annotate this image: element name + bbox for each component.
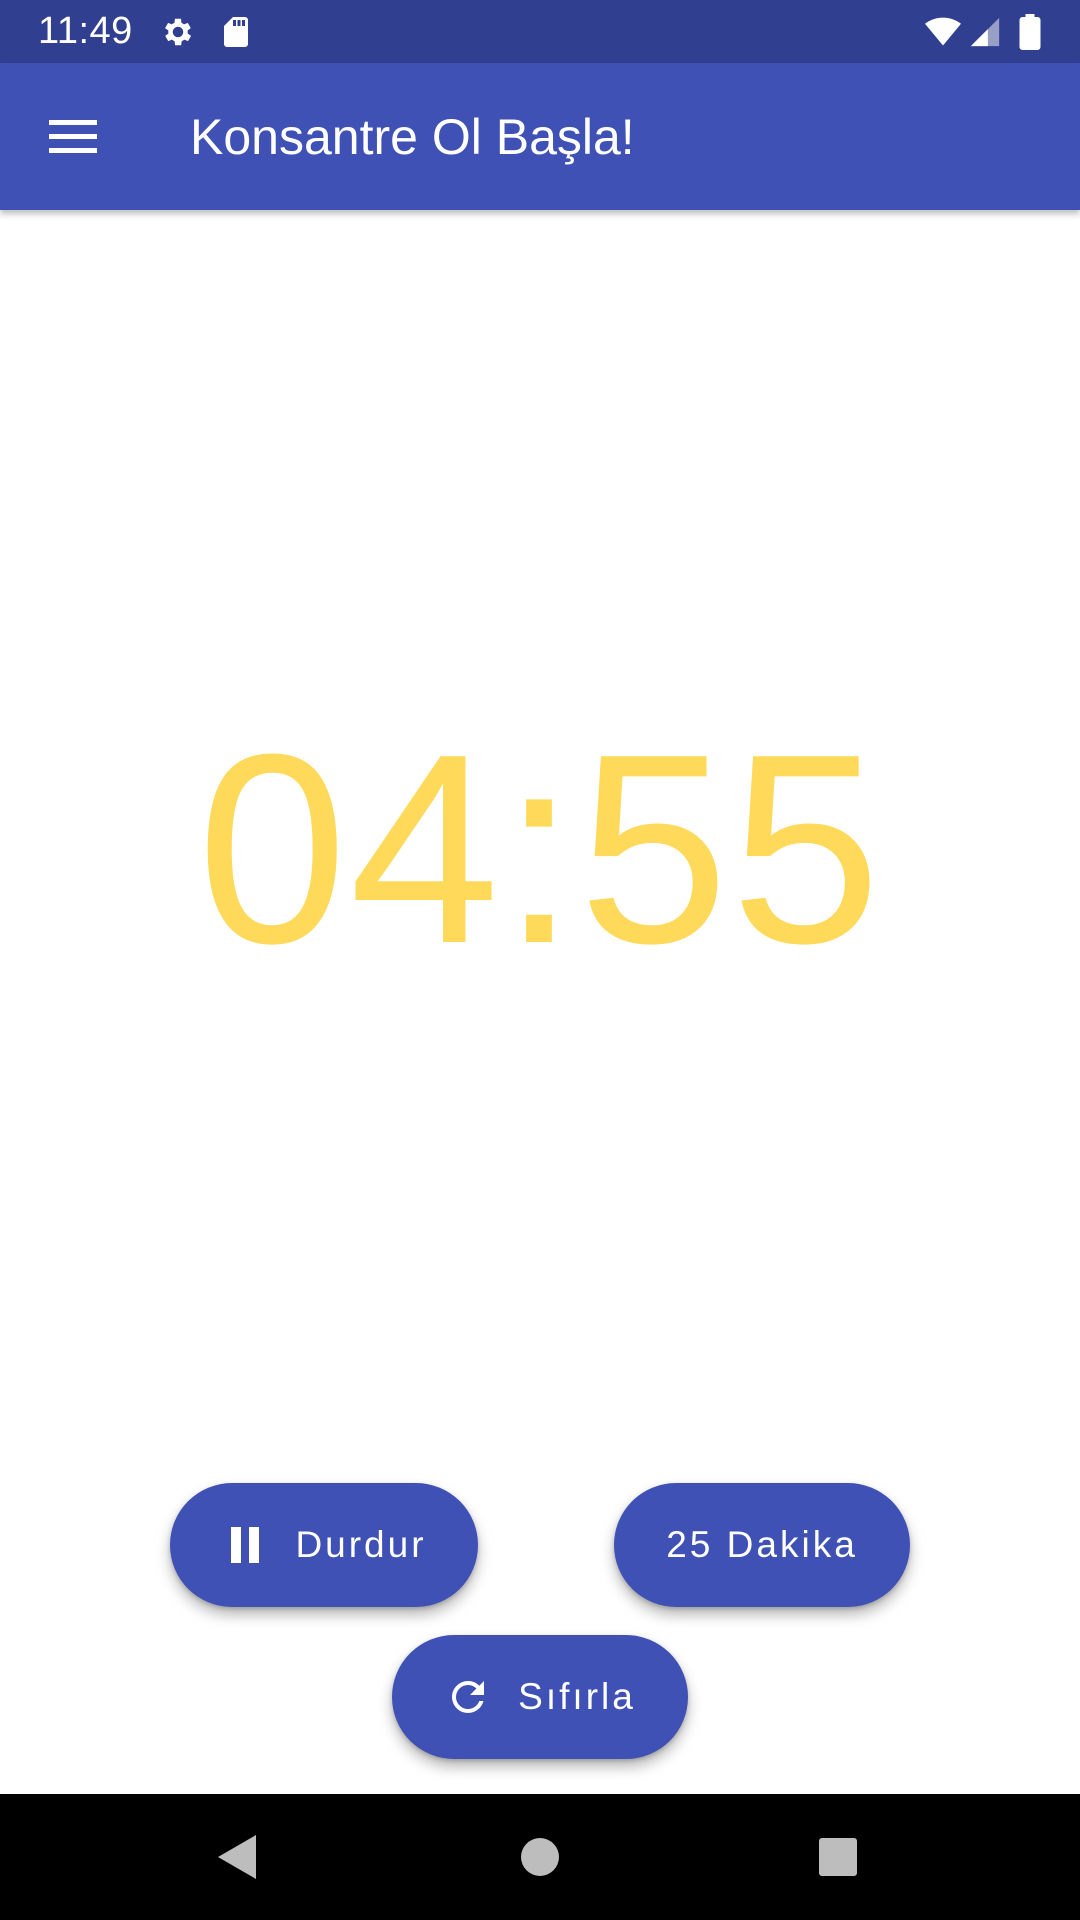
recents-square-icon[interactable] bbox=[808, 1827, 868, 1887]
home-circle-icon[interactable] bbox=[510, 1827, 570, 1887]
status-time: 11:49 bbox=[38, 10, 133, 52]
app-screen: 11:49 Konsantre Ol Başla! 04:55 Durdur 2… bbox=[0, 0, 1080, 1920]
settings-icon bbox=[160, 14, 196, 50]
pause-icon bbox=[221, 1521, 269, 1569]
app-title: Konsantre Ol Başla! bbox=[190, 109, 635, 165]
timer-display: 04:55 bbox=[197, 699, 883, 1000]
pause-button-label: Durdur bbox=[295, 1524, 427, 1565]
sd-card-icon bbox=[218, 14, 254, 50]
refresh-icon bbox=[444, 1673, 492, 1721]
signal-icon bbox=[968, 14, 1002, 50]
pause-button[interactable]: Durdur bbox=[170, 1483, 478, 1607]
back-triangle-icon[interactable] bbox=[208, 1827, 268, 1887]
twenty-five-minutes-label: 25 Dakika bbox=[666, 1524, 858, 1565]
reset-button[interactable]: Sıfırla bbox=[392, 1635, 688, 1759]
hamburger-menu-icon[interactable] bbox=[30, 98, 116, 174]
twenty-five-minutes-button[interactable]: 25 Dakika bbox=[614, 1483, 910, 1607]
navigation-bar bbox=[0, 1794, 1080, 1920]
wifi-icon bbox=[922, 14, 964, 50]
battery-icon bbox=[1016, 14, 1044, 50]
status-bar: 11:49 bbox=[0, 0, 1080, 63]
app-bar: Konsantre Ol Başla! bbox=[0, 63, 1080, 210]
reset-button-label: Sıfırla bbox=[518, 1676, 636, 1717]
